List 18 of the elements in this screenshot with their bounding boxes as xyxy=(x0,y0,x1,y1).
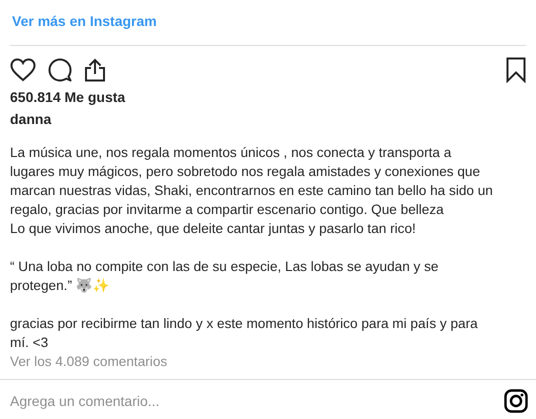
instagram-icon[interactable] xyxy=(504,389,528,413)
caption-line: “ Una loba no compite con las de su especie, Las lobas se ayudan y se xyxy=(10,258,440,276)
caption-line: marcan nuestras vidas, Shaki, encontrarnos en este camino tan bello ha sido un xyxy=(10,182,494,200)
heart-icon[interactable] xyxy=(10,58,36,82)
like-count: 650.814 Me gusta xyxy=(9,89,126,105)
view-comments-link[interactable]: Ver los 4.089 comentarios xyxy=(0,354,536,369)
comment-icon[interactable] xyxy=(48,58,72,82)
caption-line: mí. <3 xyxy=(10,334,50,352)
caption-line: regalo, gracias por invitarme a compartir escenario contigo. Que belleza xyxy=(10,201,445,219)
username[interactable]: danna xyxy=(0,111,536,127)
instagram-link[interactable]: Ver más en Instagram xyxy=(12,13,157,29)
caption-line: protegen.” 🐺✨ xyxy=(10,277,111,295)
caption-line: lugares muy mágicos, pero sobretodo nos regala amistades y conexiones que xyxy=(10,163,482,181)
caption-line: La música une, nos regala momentos únicos , nos conecta y transporta a xyxy=(10,144,452,162)
share-icon[interactable] xyxy=(84,58,106,82)
bookmark-icon[interactable] xyxy=(506,57,526,83)
caption-line: Lo que vivimos anoche, que deleite cantar juntas y pasarlo tan rico! xyxy=(10,220,417,238)
caption-line: gracias por recibirme tan lindo y x este momento histórico para mi país y para xyxy=(10,315,479,333)
